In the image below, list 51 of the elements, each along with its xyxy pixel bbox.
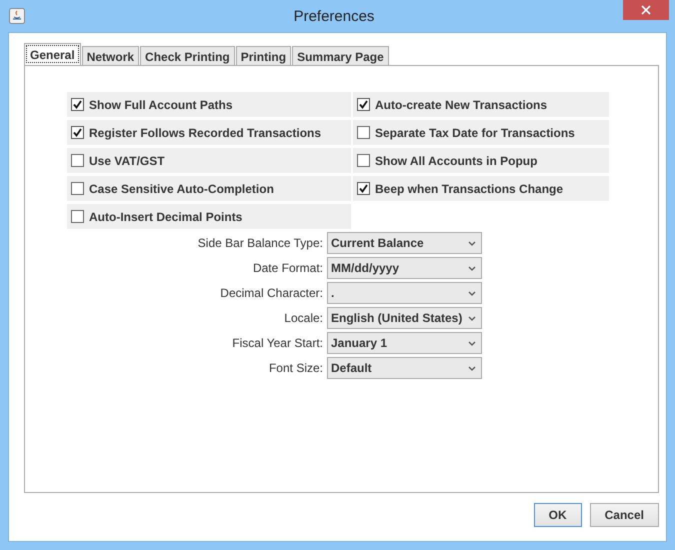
checkbox[interactable] [357,126,370,139]
window-title: Preferences [292,8,376,24]
checkbox-option[interactable]: Register Follows Recorded Transactions [67,120,351,145]
field-label: Font Size: [268,361,323,375]
chevron-down-icon [468,240,476,246]
checkbox[interactable] [357,182,370,195]
tab[interactable]: Network [82,46,140,65]
checkbox[interactable] [71,98,84,111]
dropdown[interactable]: English (United States) [327,307,482,329]
checkbox-option[interactable]: Show All Accounts in Popup [353,148,609,173]
tab[interactable]: Check Printing [140,46,235,65]
close-icon [641,5,651,15]
tab[interactable]: General [24,43,81,65]
chevron-down-icon [468,266,476,270]
dropdown[interactable]: Current Balance [327,232,482,254]
checkbox[interactable] [71,182,84,195]
tab[interactable]: Summary Page [292,46,389,65]
checkbox-option[interactable]: Separate Tax Date for Transactions [353,120,609,145]
tab[interactable]: Printing [236,46,292,65]
field-label: Decimal Character: [219,286,323,300]
checkbox-option[interactable]: Auto-Insert Decimal Points [67,204,351,229]
dropdown[interactable]: . [327,282,482,304]
checkbox-option[interactable]: Beep when Transactions Change [353,176,609,201]
field-label: Locale: [283,311,323,325]
close-button[interactable] [623,0,669,20]
chevron-down-icon [468,316,476,320]
checkbox[interactable] [71,154,84,167]
checkmark-icon [359,100,368,109]
dialog-button[interactable]: Cancel [590,503,659,527]
field-label: Date Format: [252,261,323,275]
chevron-down-icon [468,340,476,346]
app-icon [9,8,25,24]
checkbox-option[interactable]: Show Full Account Paths [67,92,351,117]
checkmark-icon [73,100,82,109]
dropdown[interactable]: MM/dd/yyyy [327,257,482,279]
checkbox[interactable] [357,98,370,111]
checkmark-icon [73,128,82,137]
checkmark-icon [359,184,368,193]
checkbox[interactable] [357,154,370,167]
checkbox[interactable] [71,210,84,223]
dropdown[interactable]: January 1 [327,332,482,354]
field-label: Fiscal Year Start: [231,336,323,350]
checkbox[interactable] [71,126,84,139]
dropdown[interactable]: Default [327,357,482,379]
dialog-button[interactable]: OK [534,503,582,527]
chevron-down-icon [468,290,476,296]
checkbox-option[interactable]: Auto-create New Transactions [353,92,609,117]
checkbox-option[interactable]: Use VAT/GST [67,148,351,173]
chevron-down-icon [468,366,476,370]
field-label: Side Bar Balance Type: [196,236,323,250]
checkbox-option[interactable]: Case Sensitive Auto-Completion [67,176,351,201]
